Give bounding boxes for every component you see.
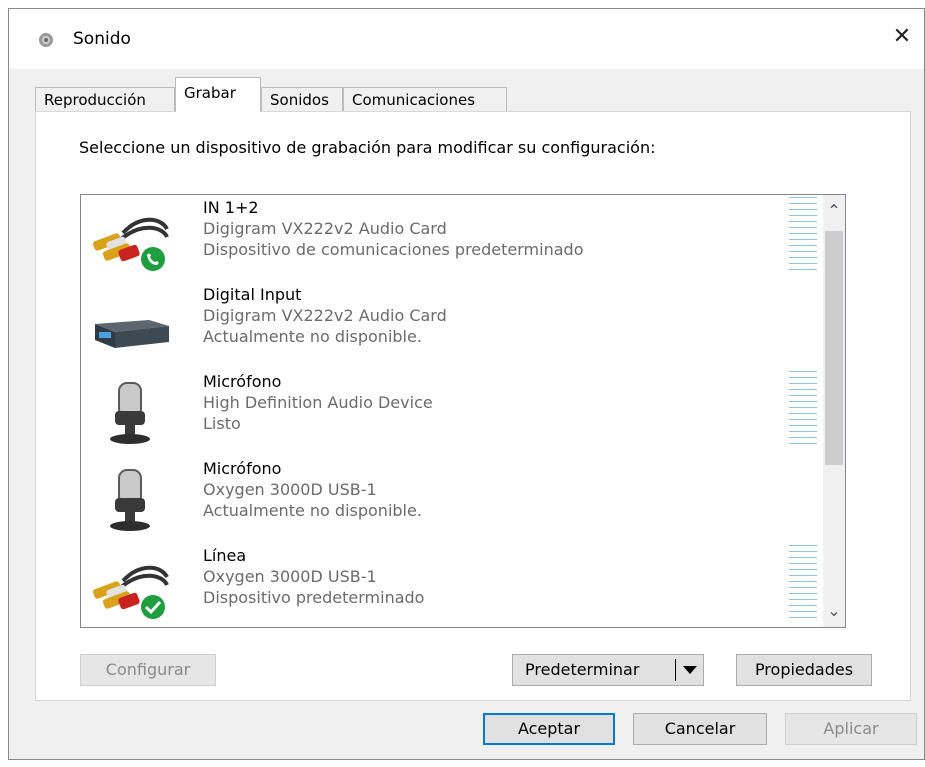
window-title: Sonido <box>73 29 131 49</box>
record-panel: Seleccione un dispositivo de grabación p… <box>35 111 911 701</box>
device-driver: Oxygen 3000D USB-1 <box>203 480 377 499</box>
device-driver: Digigram VX222v2 Audio Card <box>203 219 447 238</box>
device-driver: High Definition Audio Device <box>203 393 433 412</box>
tab-playback[interactable]: Reproducción <box>35 87 175 111</box>
check-badge-icon <box>141 595 165 619</box>
device-name: Digital Input <box>203 285 302 304</box>
set-default-label: Predeterminar <box>525 660 640 679</box>
cancel-button[interactable]: Cancelar <box>633 713 767 745</box>
rca-cable-icon <box>92 565 169 619</box>
device-item-microphone-oxygen[interactable]: Micrófono Oxygen 3000D USB-1 Actualmente… <box>81 456 825 543</box>
scroll-up-icon[interactable]: ⌃ <box>823 195 845 223</box>
device-list[interactable]: IN 1+2 Digigram VX222v2 Audio Card Dispo… <box>80 194 846 628</box>
device-name: Micrófono <box>203 459 282 478</box>
tab-communications[interactable]: Comunicaciones <box>343 87 507 111</box>
device-item-digital-input[interactable]: Digital Input Digigram VX222v2 Audio Car… <box>81 282 825 369</box>
close-button[interactable]: ✕ <box>880 19 924 55</box>
device-status: Dispositivo predeterminado <box>203 588 425 607</box>
level-meter <box>789 197 817 275</box>
device-name: IN 1+2 <box>203 198 259 217</box>
level-meter <box>789 371 817 449</box>
rca-cable-icon <box>92 217 169 271</box>
instruction-text: Seleccione un dispositivo de grabación p… <box>79 138 656 157</box>
properties-button[interactable]: Propiedades <box>736 654 872 686</box>
device-name: Línea <box>203 546 247 565</box>
device-status: Actualmente no disponible. <box>203 501 422 520</box>
digital-input-box-icon <box>95 320 169 348</box>
device-driver: Oxygen 3000D USB-1 <box>203 567 377 586</box>
set-default-button[interactable]: Predeterminar <box>512 654 704 686</box>
microphone-icon <box>110 382 150 444</box>
title-bar[interactable]: Sonido ✕ <box>9 9 924 69</box>
device-status: Dispositivo de comunicaciones predetermi… <box>203 240 584 259</box>
device-texts: Línea Oxygen 3000D USB-1 Dispositivo pre… <box>203 545 424 608</box>
device-texts: Micrófono Oxygen 3000D USB-1 Actualmente… <box>203 458 422 521</box>
speaker-icon <box>39 33 53 47</box>
device-status: Listo <box>203 414 241 433</box>
level-meter <box>789 545 817 623</box>
device-driver: Digigram VX222v2 Audio Card <box>203 306 447 325</box>
device-texts: Digital Input Digigram VX222v2 Audio Car… <box>203 284 447 347</box>
microphone-icon <box>110 469 150 531</box>
scroll-down-icon[interactable]: ⌄ <box>823 599 845 627</box>
sound-dialog: Sonido ✕ Reproducción Grabar Sonidos Com… <box>8 8 925 760</box>
device-status: Actualmente no disponible. <box>203 327 422 346</box>
tab-sounds[interactable]: Sonidos <box>261 87 343 111</box>
chevron-down-icon[interactable] <box>683 666 697 674</box>
ok-button[interactable]: Aceptar <box>483 713 615 745</box>
device-texts: IN 1+2 Digigram VX222v2 Audio Card Dispo… <box>203 197 583 260</box>
tab-record[interactable]: Grabar <box>175 77 261 112</box>
configure-button[interactable]: Configurar <box>80 654 216 686</box>
device-texts: Micrófono High Definition Audio Device L… <box>203 371 433 434</box>
vertical-scrollbar[interactable]: ⌃ ⌄ <box>823 195 845 627</box>
device-name: Micrófono <box>203 372 282 391</box>
split-separator <box>675 659 676 681</box>
scroll-thumb[interactable] <box>825 231 843 465</box>
device-item-microphone-hd[interactable]: Micrófono High Definition Audio Device L… <box>81 369 825 456</box>
device-item-line[interactable]: Línea Oxygen 3000D USB-1 Dispositivo pre… <box>81 543 825 627</box>
device-item-in-1-2[interactable]: IN 1+2 Digigram VX222v2 Audio Card Dispo… <box>81 195 825 282</box>
apply-button[interactable]: Aplicar <box>785 713 917 745</box>
